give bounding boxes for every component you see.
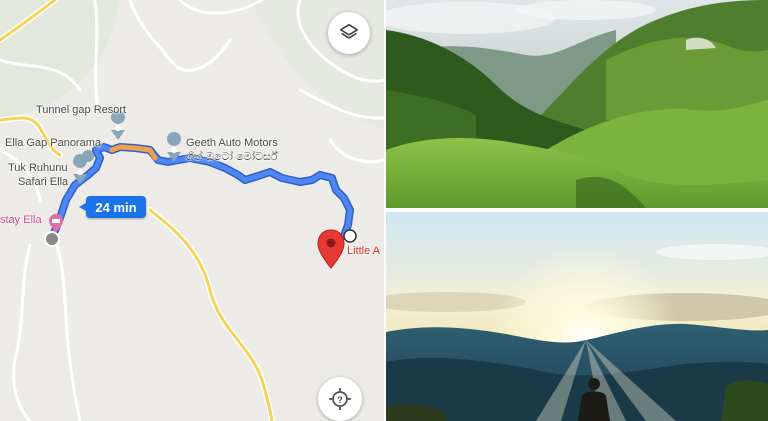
layers-button[interactable] [328, 12, 370, 54]
svg-text:?: ? [337, 395, 343, 405]
label-tuk-line1[interactable]: Tuk Ruhunu [8, 162, 68, 175]
my-location-button[interactable]: ? [318, 377, 362, 421]
label-tunnel-gap[interactable]: Tunnel gap Resort [36, 104, 126, 117]
route-time-badge[interactable]: 24 min [79, 196, 146, 218]
map-canvas[interactable] [0, 0, 384, 421]
label-stay-ella[interactable]: stay Ella [0, 214, 42, 227]
layers-icon [339, 23, 359, 39]
destination-ring [343, 229, 357, 243]
label-geeth-line1[interactable]: Geeth Auto Motors [186, 137, 278, 150]
label-geeth-line2[interactable]: ගීත් ඔටෝ මෝටර්ස් [186, 151, 278, 164]
map-view[interactable]: Tunnel gap Resort Ella Gap Panorama Tuk … [0, 0, 384, 421]
photo-green-hills [386, 0, 768, 208]
route-time-text: 24 min [95, 199, 137, 215]
label-little[interactable]: Little A [347, 245, 380, 258]
label-tuk-line2[interactable]: Safari Ella [18, 176, 68, 189]
photo-sunrise-mountains [386, 212, 768, 421]
origin-dot [44, 231, 60, 247]
my-location-icon: ? [329, 388, 351, 410]
label-ella-gap[interactable]: Ella Gap Panorama [5, 137, 101, 150]
